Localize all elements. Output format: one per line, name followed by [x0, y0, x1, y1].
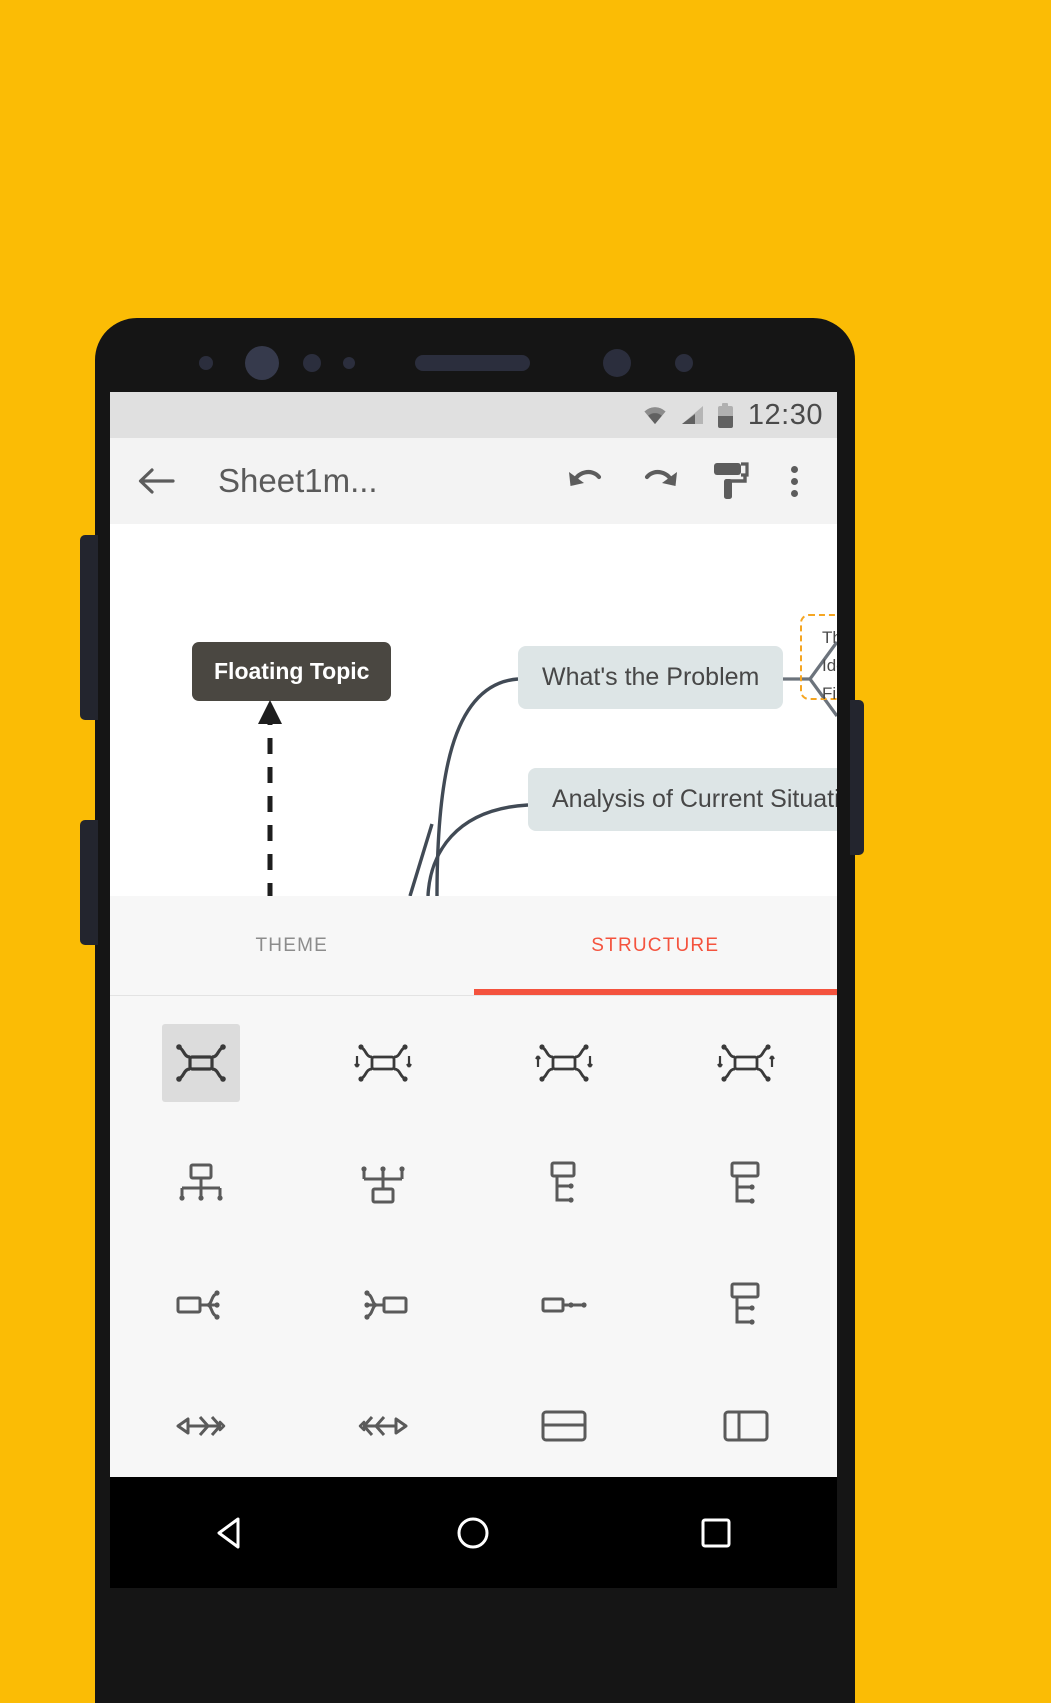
- phone-volume-button[interactable]: [80, 535, 98, 720]
- structure-option-balanced-map-variant[interactable]: [707, 1024, 785, 1102]
- mindmap-node[interactable]: What's the Problem: [518, 646, 784, 709]
- structure-option-timeline-horizontal[interactable]: [525, 1266, 603, 1344]
- subtopic-label: Fir: [822, 684, 837, 703]
- panel-tabs: THEME STRUCTURE: [110, 896, 837, 996]
- phone-screen: 12:30 Sheet1m... Floating Topic What's t…: [110, 392, 837, 1477]
- floating-topic-connector-arrow: [258, 700, 282, 896]
- page-title: Sheet1m...: [218, 462, 378, 499]
- structure-option-org-chart-up[interactable]: [344, 1145, 422, 1223]
- nav-back-triangle-icon[interactable]: [176, 1514, 286, 1552]
- structure-option-org-chart-down[interactable]: [162, 1145, 240, 1223]
- nav-home-circle-icon[interactable]: [418, 1514, 528, 1552]
- sensor-dot: [343, 357, 355, 369]
- structure-option-logic-chart-left[interactable]: [344, 1266, 422, 1344]
- sensor-dot: [603, 349, 631, 377]
- paint-roller-icon[interactable]: [695, 458, 767, 504]
- structure-option-matrix-columns[interactable]: [707, 1387, 785, 1465]
- subtopic-label: Ide: [822, 656, 837, 675]
- overflow-menu-icon[interactable]: [767, 465, 821, 497]
- wifi-icon: [642, 405, 668, 425]
- battery-icon: [717, 402, 733, 428]
- mindmap-canvas[interactable]: Floating Topic What's the Problem Analys…: [110, 524, 837, 896]
- sensor-dot: [199, 356, 213, 370]
- structure-option-balanced-map[interactable]: [161, 1023, 240, 1102]
- nav-recents-square-icon[interactable]: [661, 1514, 771, 1552]
- tab-theme[interactable]: THEME: [110, 896, 474, 995]
- phone-volume-button-2[interactable]: [80, 820, 98, 945]
- structure-option-logic-chart-right[interactable]: [162, 1266, 240, 1344]
- structure-option-tree-table[interactable]: [707, 1266, 785, 1344]
- mindmap-connectors: [408, 641, 837, 896]
- structure-grid: [110, 996, 837, 1477]
- tab-structure[interactable]: STRUCTURE: [474, 896, 838, 995]
- structure-option-balanced-map-clockwise[interactable]: [344, 1024, 422, 1102]
- structure-option-matrix-rows[interactable]: [525, 1387, 603, 1465]
- front-camera-icon: [245, 346, 279, 380]
- structure-option-tree-chart-right-down[interactable]: [525, 1145, 603, 1223]
- undo-icon[interactable]: [551, 463, 623, 499]
- redo-icon[interactable]: [623, 463, 695, 499]
- status-time: 12:30: [747, 398, 823, 431]
- structure-option-fishbone-right[interactable]: [344, 1387, 422, 1465]
- sensor-dot: [675, 354, 693, 372]
- phone-power-button[interactable]: [850, 700, 864, 855]
- status-bar: 12:30: [110, 392, 837, 438]
- app-toolbar: Sheet1m...: [110, 438, 837, 524]
- subtopic-label: Th: [822, 628, 837, 647]
- structure-option-tree-chart-down[interactable]: [707, 1145, 785, 1223]
- earpiece-speaker: [415, 355, 530, 371]
- cellular-signal-icon: [681, 405, 705, 425]
- back-arrow-icon[interactable]: [126, 465, 186, 497]
- sensor-dot: [303, 354, 321, 372]
- structure-option-fishbone-left[interactable]: [162, 1387, 240, 1465]
- android-nav-bar: [110, 1477, 837, 1588]
- structure-option-balanced-map-anticlockwise[interactable]: [525, 1024, 603, 1102]
- mindmap-node[interactable]: Analysis of Current Situation: [528, 768, 837, 831]
- floating-topic-node[interactable]: Floating Topic: [192, 642, 392, 701]
- tab-active-indicator: [473, 989, 837, 995]
